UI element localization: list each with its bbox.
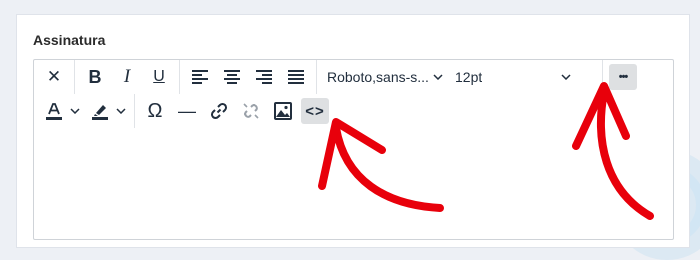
align-left-button[interactable] [186,64,214,90]
unlink-icon [243,103,259,119]
align-center-button[interactable] [218,64,246,90]
close-icon: ✕ [46,67,62,86]
highlight-button[interactable] [86,98,114,124]
bold-button[interactable]: B [81,64,109,90]
rich-text-editor[interactable]: ✕ B I U Roboto,sans-s... 12pt ••• Ω — <> [33,59,674,240]
toolbar-group-style: B I U [75,60,180,94]
image-icon [274,102,292,120]
more-button[interactable]: ••• [609,64,637,90]
unlink-button[interactable] [237,98,265,124]
chevron-down-icon [561,74,571,80]
link-button[interactable] [205,98,233,124]
image-button[interactable] [269,98,297,124]
horizontal-line-icon: — [178,100,196,121]
highlight-dropdown[interactable] [114,108,128,114]
more-icon: ••• [618,71,629,83]
field-label: Assinatura [33,32,106,48]
toolbar-group-clear: ✕ [34,60,75,94]
font-family-select[interactable]: Roboto,sans-s... [321,64,449,90]
toolbar-row-2: Ω — <> [34,94,335,128]
toolbar-more-group: ••• [602,60,639,94]
special-character-button[interactable]: Ω [141,98,169,124]
code-icon: <> [305,102,325,120]
align-center-icon [224,70,240,84]
text-color-button[interactable] [40,98,68,124]
highlight-split-button[interactable] [86,98,128,124]
text-color-split-button[interactable] [40,98,82,124]
font-size-value: 12pt [455,69,483,85]
toolbar-group-font: Roboto,sans-s... 12pt [317,60,581,94]
align-right-icon [256,70,272,84]
align-justify-icon [288,70,304,84]
link-icon [210,102,228,120]
highlight-icon [92,105,108,120]
clear-formatting-button[interactable]: ✕ [40,64,68,90]
text-color-dropdown[interactable] [68,108,82,114]
horizontal-line-button[interactable]: — [173,98,201,124]
chevron-down-icon [116,108,126,114]
omega-icon: Ω [147,99,163,122]
underline-button[interactable]: U [145,64,173,90]
toolbar-row-1: ✕ B I U Roboto,sans-s... 12pt ••• [34,60,673,94]
font-family-value: Roboto,sans-s... [327,69,429,85]
italic-icon: I [123,66,131,87]
align-left-icon [192,70,208,84]
underline-icon: U [153,68,165,85]
align-justify-button[interactable] [282,64,310,90]
text-color-icon [46,103,62,120]
chevron-down-icon [70,108,80,114]
toolbar-group-align [180,60,317,94]
bold-icon: B [88,66,102,87]
align-right-button[interactable] [250,64,278,90]
toolbar-group-insert: Ω — <> [135,94,335,128]
font-size-select[interactable]: 12pt [449,64,577,90]
chevron-down-icon [433,74,443,80]
source-code-button[interactable]: <> [301,98,329,124]
toolbar-group-colors [34,94,135,128]
signature-card: Assinatura ✕ B I U Roboto,sans-s... 12pt… [16,14,690,248]
italic-button[interactable]: I [113,64,141,90]
